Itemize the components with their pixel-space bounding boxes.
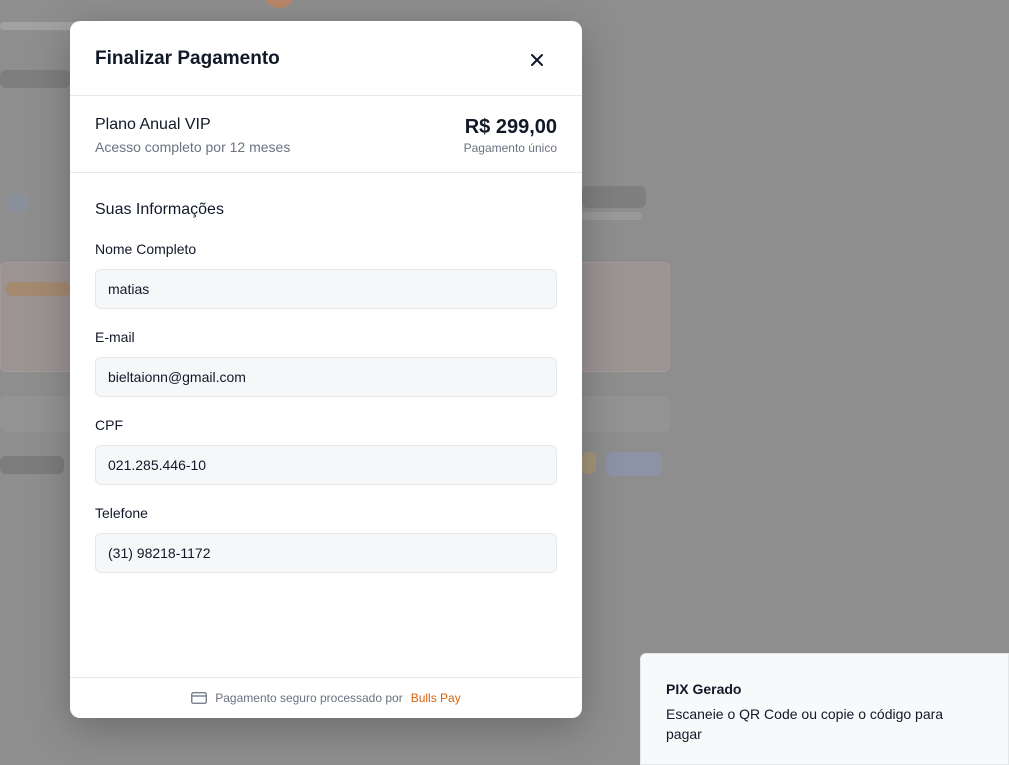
name-label: Nome Completo [95, 241, 197, 257]
phone-input[interactable] [95, 533, 557, 573]
email-input[interactable] [95, 357, 557, 397]
cpf-input[interactable] [95, 445, 557, 485]
user-info-form: Suas Informações Nome Completo E-mail CP… [70, 173, 582, 678]
close-button[interactable] [524, 47, 550, 73]
toast-message: Escaneie o QR Code ou copie o código par… [666, 706, 944, 742]
section-title: Suas Informações [95, 201, 224, 218]
background-section-title [0, 456, 64, 474]
plan-name: Plano Anual VIP [95, 116, 211, 133]
modal-header: Finalizar Pagamento [70, 21, 582, 96]
background-subheading [582, 212, 642, 220]
toast-title: PIX Gerado [666, 681, 742, 697]
phone-label: Telefone [95, 505, 148, 521]
secure-payment-text: Pagamento seguro processado por [215, 691, 403, 705]
background-alert-label [6, 282, 70, 296]
plan-price-note: Pagamento único [463, 141, 557, 155]
bulls-pay-link[interactable]: Bulls Pay [411, 691, 461, 705]
background-avatar [266, 0, 292, 8]
name-input[interactable] [95, 269, 557, 309]
plan-summary: Plano Anual VIP Acesso completo por 12 m… [70, 96, 582, 173]
payment-modal: Finalizar Pagamento Plano Anual VIP Aces… [70, 21, 582, 718]
background-title [0, 70, 70, 88]
modal-footer: Pagamento seguro processado por Bulls Pa… [70, 677, 582, 718]
close-icon [531, 54, 543, 66]
cpf-label: CPF [95, 417, 123, 433]
background-heading [582, 186, 646, 208]
background-button [606, 452, 662, 476]
plan-price: R$ 299,00 [464, 116, 557, 138]
modal-title: Finalizar Pagamento [95, 48, 280, 69]
email-label: E-mail [95, 329, 135, 345]
credit-card-icon [191, 692, 208, 704]
background-icon [10, 194, 28, 212]
pix-toast[interactable]: PIX Gerado Escaneie o QR Code ou copie o… [640, 653, 1009, 765]
plan-description: Acesso completo por 12 meses [95, 139, 291, 155]
background-badge [582, 452, 596, 474]
